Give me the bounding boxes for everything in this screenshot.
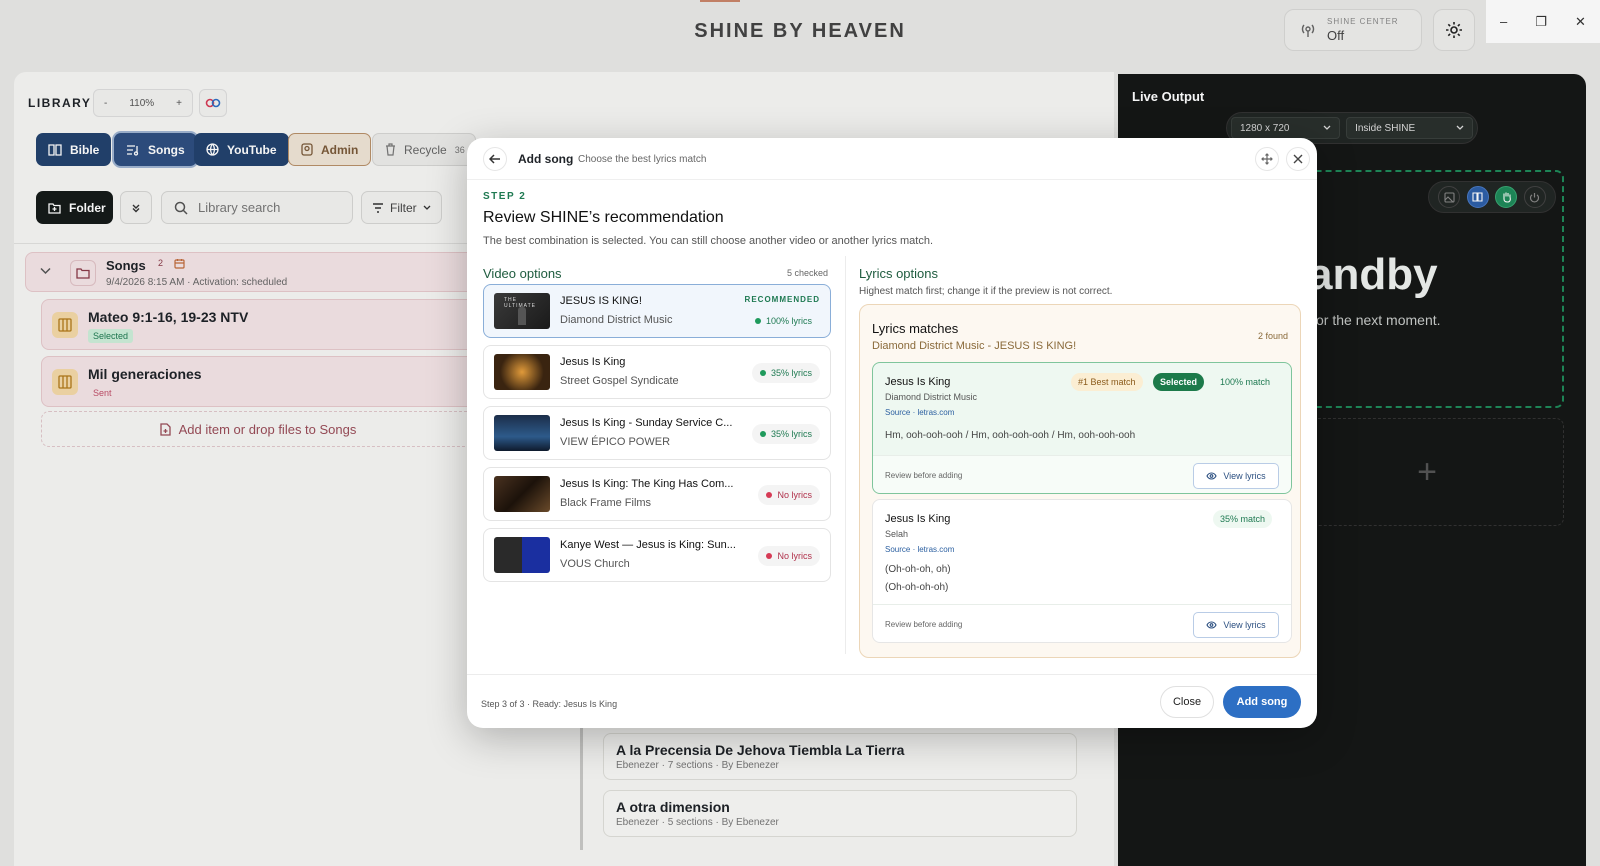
video-options-title: Video options (483, 266, 562, 281)
selected-tag: Selected (1153, 373, 1205, 391)
match-percent: 100% match (1220, 377, 1271, 387)
status-dot (754, 318, 761, 324)
add-song-button[interactable]: Add song (1223, 686, 1301, 718)
video-thumbnail (494, 354, 550, 390)
view-lyrics-button[interactable]: View lyrics (1193, 612, 1279, 638)
lyrics-status: 35% lyrics (751, 363, 820, 383)
video-option[interactable]: Jesus Is King Street Gospel Syndicate 35… (483, 345, 831, 399)
step-label: STEP 2 (483, 191, 527, 202)
video-thumbnail: THE ULTIMATE (494, 293, 550, 329)
match-artist: Selah (885, 529, 909, 539)
match-lyrics-line: Hm, ooh-ooh-ooh / Hm, ooh-ooh-ooh / Hm, … (885, 430, 1136, 441)
match-artist: Diamond District Music (885, 392, 978, 402)
close-dialog-button[interactable] (1286, 147, 1310, 171)
lyrics-options-subtitle: Highest match first; change it if the pr… (859, 286, 1113, 297)
lyrics-status: No lyrics (758, 546, 820, 566)
lyrics-status-label: No lyrics (777, 551, 812, 561)
column-divider (845, 256, 846, 654)
lyrics-matches-title: Lyrics matches (872, 321, 959, 336)
footer-status: Step 3 of 3 · Ready: Jesus Is King (481, 699, 618, 709)
match-source: Source · letras.com (885, 408, 955, 417)
match-footer: Review before adding View lyrics (873, 604, 1291, 642)
recommended-label: RECOMMENDED (744, 295, 820, 304)
match-percent: 35% match (1213, 510, 1273, 528)
status-dot (759, 431, 766, 437)
lyrics-status: 35% lyrics (751, 424, 820, 444)
video-thumbnail (494, 537, 550, 573)
lyrics-matches-subtitle: Diamond District Music - JESUS IS KING! (872, 340, 1077, 352)
video-title: Jesus Is King (560, 356, 626, 368)
video-artist: Street Gospel Syndicate (560, 375, 679, 387)
view-lyrics-button[interactable]: View lyrics (1193, 463, 1279, 489)
lyrics-match-card[interactable]: Jesus Is King Diamond District Music Sou… (872, 362, 1292, 494)
video-title: Kanye West — Jesus is King: Sun... (560, 539, 736, 551)
add-song-dialog: Add song Choose the best lyrics match ST… (467, 138, 1317, 728)
status-dot (766, 553, 773, 559)
thumbnail-text: THE ULTIMATE (504, 297, 536, 309)
match-source: Source · letras.com (885, 545, 955, 554)
eye-icon (1206, 621, 1217, 629)
best-match-tag: #1 Best match (1071, 373, 1143, 391)
back-button[interactable] (483, 147, 507, 171)
eye-icon (1206, 472, 1217, 480)
video-artist: Black Frame Films (560, 497, 652, 509)
view-lyrics-label: View lyrics (1223, 620, 1266, 630)
thumbnail-figure (518, 307, 526, 325)
close-button[interactable]: Close (1160, 686, 1214, 718)
review-note: Review before adding (885, 620, 963, 629)
video-title: Jesus Is King - Sunday Service C... (560, 417, 733, 429)
match-lyrics-line: (Oh-oh-oh, oh) (885, 564, 951, 575)
arrow-left-icon (489, 154, 501, 164)
move-button[interactable] (1255, 147, 1279, 171)
video-title: Jesus Is King: The King Has Com... (560, 478, 734, 490)
lyrics-status: 100% lyrics (747, 311, 820, 331)
lyrics-options-title: Lyrics options (859, 266, 938, 281)
lyrics-status-label: 35% lyrics (770, 368, 812, 378)
dialog-description: The best combination is selected. You ca… (483, 235, 934, 247)
video-option[interactable]: Kanye West — Jesus is King: Sun... VOUS … (483, 528, 831, 582)
dialog-footer: Step 3 of 3 · Ready: Jesus Is King Close… (467, 674, 1317, 728)
video-option[interactable]: THE ULTIMATE JESUS IS KING! Diamond Dist… (483, 284, 831, 338)
video-count: 5 checked (787, 268, 829, 278)
video-thumbnail (494, 415, 550, 451)
match-footer: Review before adding View lyrics (873, 455, 1291, 493)
dialog-header: Add song Choose the best lyrics match (467, 138, 1317, 180)
match-lyrics-line: (Oh-oh-oh-oh) (885, 582, 949, 593)
lyrics-status-label: No lyrics (777, 490, 812, 500)
lyrics-status-label: 100% lyrics (765, 316, 812, 326)
video-artist: Diamond District Music (560, 314, 673, 326)
move-icon (1261, 153, 1273, 165)
lyrics-matches-count: 2 found (1257, 331, 1288, 341)
lyrics-status: No lyrics (758, 485, 820, 505)
video-option[interactable]: Jesus Is King: The King Has Com... Black… (483, 467, 831, 521)
video-title: JESUS IS KING! (560, 295, 642, 307)
dialog-title: Add song (518, 152, 574, 166)
video-artist: VOUS Church (560, 558, 630, 570)
status-dot (759, 370, 766, 376)
dialog-heading: Review SHINE’s recommendation (483, 209, 724, 226)
lyrics-match-card[interactable]: Jesus Is King Selah Source · letras.com … (872, 499, 1292, 643)
video-option[interactable]: Jesus Is King - Sunday Service C... VIEW… (483, 406, 831, 460)
lyrics-matches-panel: Lyrics matches Diamond District Music - … (859, 304, 1301, 658)
review-note: Review before adding (885, 471, 963, 480)
match-title: Jesus Is King (885, 376, 951, 388)
video-artist: VIEW ÉPICO POWER (560, 436, 671, 448)
lyrics-status-label: 35% lyrics (770, 429, 812, 439)
match-title: Jesus Is King (885, 513, 951, 525)
status-dot (766, 492, 773, 498)
view-lyrics-label: View lyrics (1223, 471, 1266, 481)
video-thumbnail (494, 476, 550, 512)
close-icon (1293, 154, 1303, 164)
dialog-subtitle: Choose the best lyrics match (578, 154, 707, 165)
